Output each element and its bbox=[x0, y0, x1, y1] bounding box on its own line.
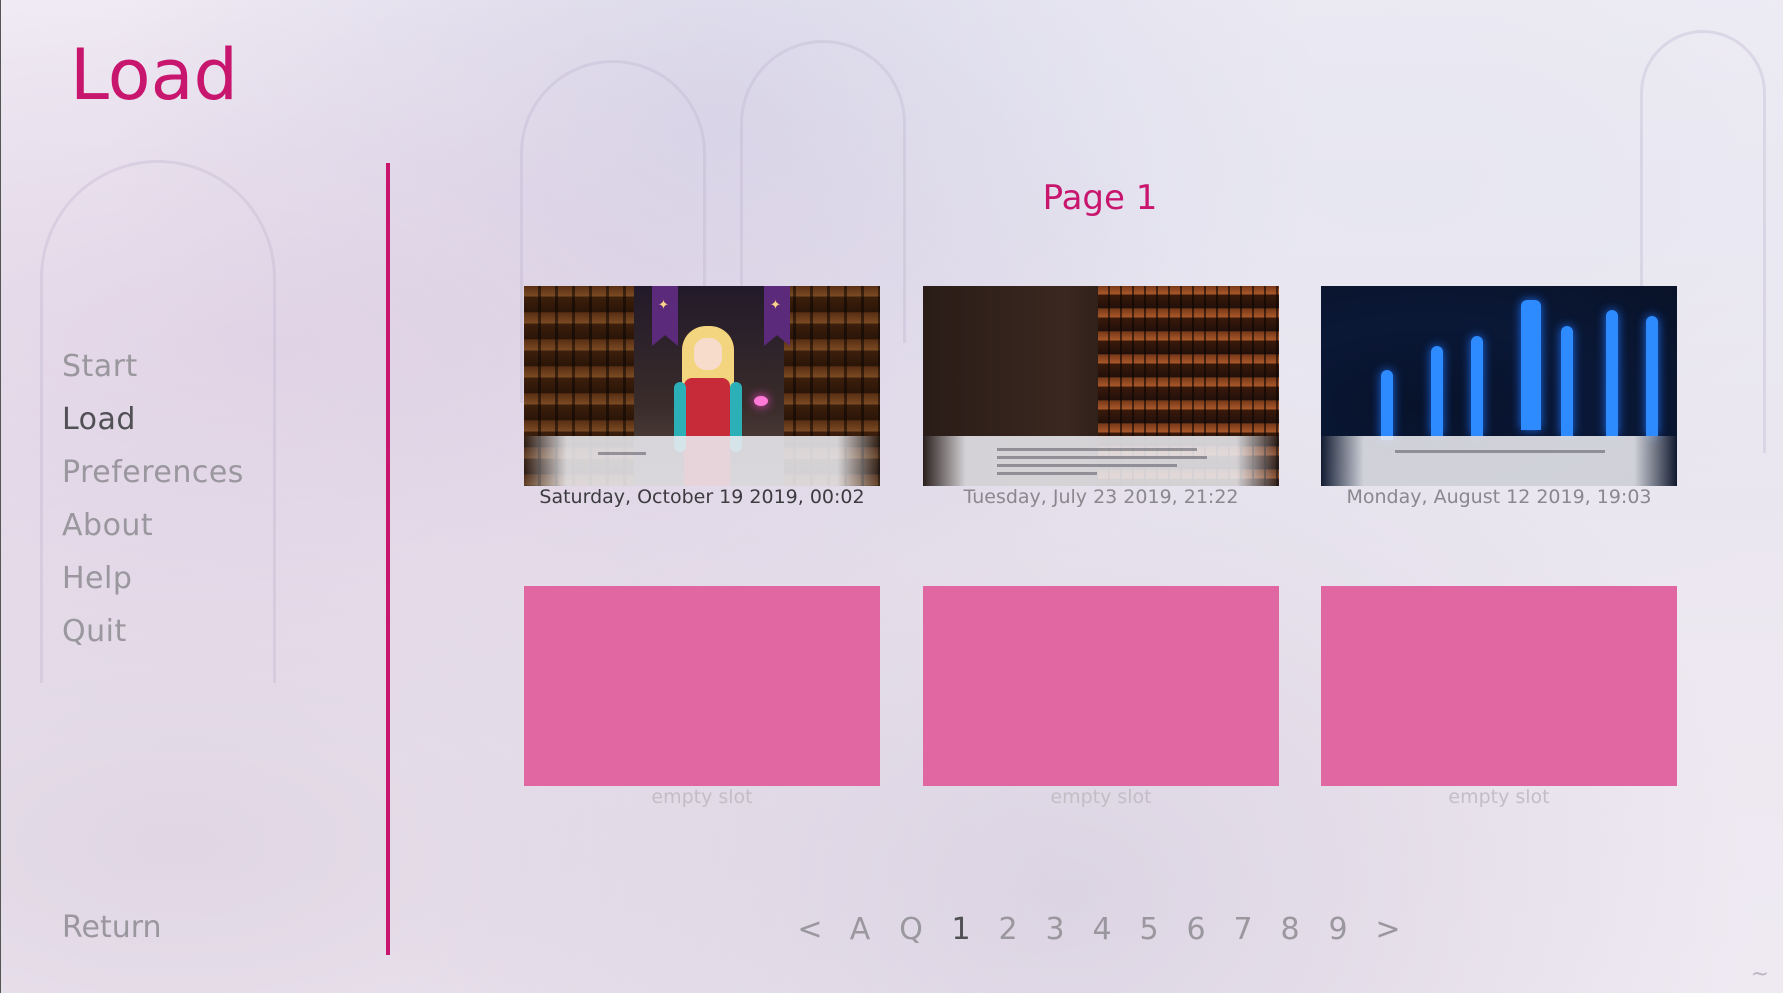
auto-saves-page-button[interactable]: A bbox=[842, 912, 878, 947]
screen-title: Load bbox=[70, 34, 238, 116]
next-page-button[interactable]: > bbox=[1370, 912, 1406, 947]
dialogue-box bbox=[524, 436, 880, 486]
save-slot-1[interactable]: ✦ ✦ Saturday, October 19 2019, 00:02 bbox=[524, 286, 880, 508]
save-slot-4[interactable]: empty slot bbox=[524, 586, 880, 808]
cathedral-window bbox=[1561, 326, 1573, 436]
cathedral-window bbox=[1606, 310, 1618, 436]
quick-saves-page-button[interactable]: Q bbox=[893, 912, 929, 947]
cathedral-window bbox=[1646, 316, 1658, 436]
menu-item-preferences[interactable]: Preferences bbox=[62, 446, 244, 499]
slot-empty-label: empty slot bbox=[651, 786, 753, 808]
cathedral-window bbox=[1521, 300, 1541, 430]
page-4-button[interactable]: 4 bbox=[1084, 912, 1120, 947]
slot-empty-label: empty slot bbox=[1448, 786, 1550, 808]
menu-item-load[interactable]: Load bbox=[62, 393, 244, 446]
menu-item-help[interactable]: Help bbox=[62, 552, 244, 605]
page-5-button[interactable]: 5 bbox=[1131, 912, 1167, 947]
window-edge bbox=[0, 0, 1, 993]
page-6-button[interactable]: 6 bbox=[1178, 912, 1214, 947]
cathedral-window bbox=[1381, 370, 1393, 440]
dialogue-text bbox=[997, 448, 1197, 451]
page-1-button[interactable]: 1 bbox=[943, 912, 979, 947]
slot-thumbnail bbox=[923, 286, 1279, 486]
slot-timestamp: Tuesday, July 23 2019, 21:22 bbox=[963, 486, 1239, 508]
page-title: Page 1 bbox=[1042, 178, 1158, 218]
dialogue-box bbox=[1321, 436, 1677, 486]
page-3-button[interactable]: 3 bbox=[1037, 912, 1073, 947]
menu-item-quit[interactable]: Quit bbox=[62, 605, 244, 658]
menu-item-start[interactable]: Start bbox=[62, 340, 244, 393]
slot-timestamp: Saturday, October 19 2019, 00:02 bbox=[539, 486, 865, 508]
previous-page-button[interactable]: < bbox=[792, 912, 828, 947]
cathedral-window bbox=[1431, 346, 1443, 436]
save-slot-6[interactable]: empty slot bbox=[1321, 586, 1677, 808]
slot-thumbnail: ✦ ✦ bbox=[524, 286, 880, 486]
save-slot-2[interactable]: Tuesday, July 23 2019, 21:22 bbox=[923, 286, 1279, 508]
dialogue-box bbox=[923, 436, 1279, 486]
save-slot-3[interactable]: Monday, August 12 2019, 19:03 bbox=[1321, 286, 1677, 508]
return-button[interactable]: Return bbox=[62, 910, 162, 945]
page-9-button[interactable]: 9 bbox=[1320, 912, 1356, 947]
slot-timestamp: Monday, August 12 2019, 19:03 bbox=[1346, 486, 1652, 508]
page-2-button[interactable]: 2 bbox=[990, 912, 1026, 947]
character-face bbox=[694, 338, 722, 370]
cathedral-window bbox=[1471, 336, 1483, 436]
dialogue-text bbox=[997, 456, 1207, 459]
menu-divider bbox=[386, 163, 390, 955]
menu-item-about[interactable]: About bbox=[62, 499, 244, 552]
slot-empty-label: empty slot bbox=[1050, 786, 1152, 808]
artist-signature: ~ bbox=[1750, 962, 1769, 987]
glow bbox=[754, 396, 768, 406]
dialogue-text bbox=[1395, 450, 1605, 453]
dialogue-text bbox=[997, 464, 1177, 467]
page-8-button[interactable]: 8 bbox=[1272, 912, 1308, 947]
empty-slot-thumbnail bbox=[524, 586, 880, 786]
main-menu: Start Load Preferences About Help Quit bbox=[62, 340, 244, 658]
page-7-button[interactable]: 7 bbox=[1225, 912, 1261, 947]
empty-slot-thumbnail bbox=[1321, 586, 1677, 786]
slot-thumbnail bbox=[1321, 286, 1677, 486]
save-slot-5[interactable]: empty slot bbox=[923, 586, 1279, 808]
empty-slot-thumbnail bbox=[923, 586, 1279, 786]
dialogue-text bbox=[598, 452, 646, 455]
dialogue-text bbox=[997, 472, 1097, 475]
